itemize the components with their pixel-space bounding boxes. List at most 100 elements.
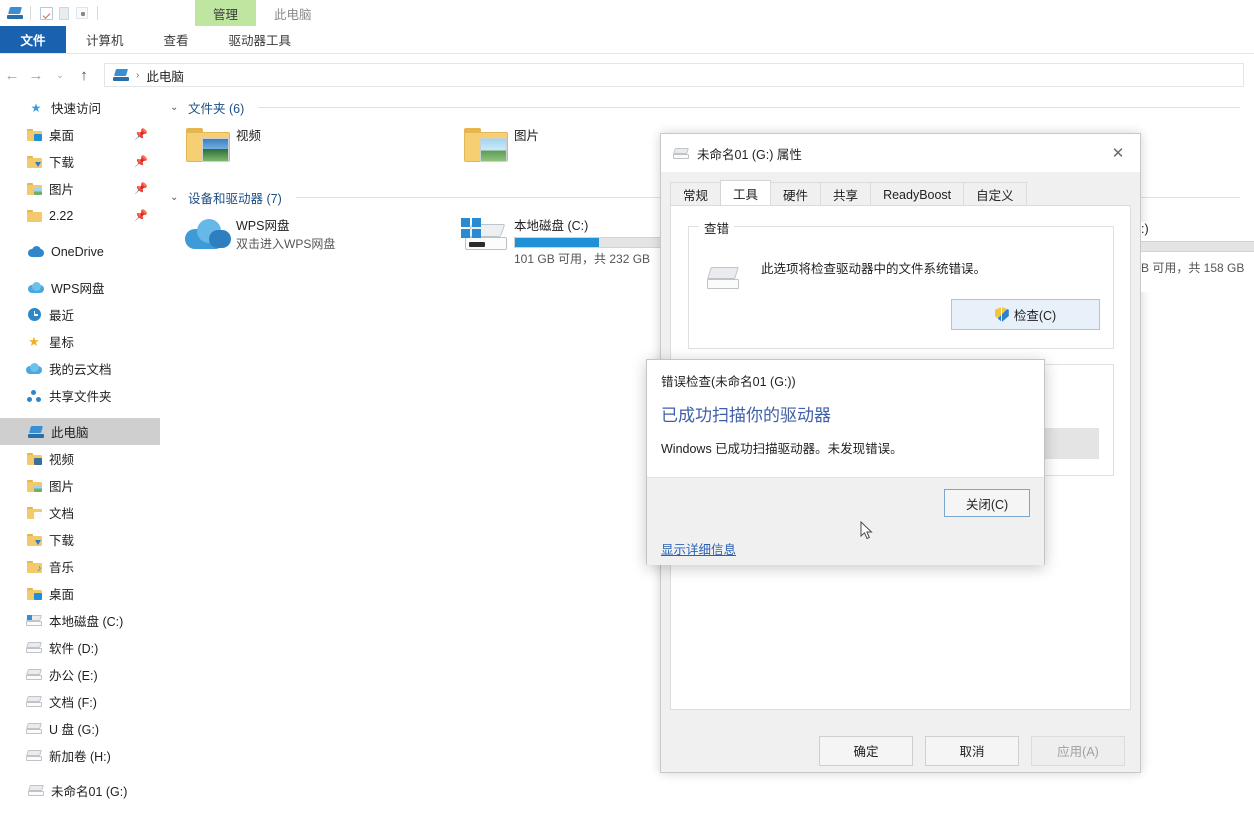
tab-view[interactable]: 查看 [144, 26, 209, 53]
pin-icon[interactable]: 📌 [134, 209, 148, 222]
breadcrumb[interactable]: › 此电脑 [104, 63, 1244, 87]
sidebar-item-music[interactable]: ♪ 音乐 [0, 553, 160, 580]
navigation-pane[interactable]: ★ 快速访问 桌面 📌 下载 📌 图片 📌 2.22 📌 OneDrive WP… [0, 94, 160, 833]
sidebar-item-pictures[interactable]: 图片 📌 [0, 175, 160, 202]
wps-cloud-big-icon [180, 214, 236, 252]
sidebar-item-quick-access[interactable]: ★ 快速访问 [0, 94, 160, 121]
group-header-folders[interactable]: ⌄ 文件夹 (6) [160, 94, 1254, 120]
item-subtitle: 双击进入WPS网盘 [236, 237, 336, 251]
chevron-down-icon[interactable]: ⌄ [170, 192, 182, 203]
properties-footer: 确定 取消 应用(A) [660, 728, 1141, 773]
item-name: WPS网盘 [236, 219, 290, 233]
folder-pictures-icon [24, 479, 44, 492]
sidebar-item-drive-e[interactable]: 办公 (E:) [0, 661, 160, 688]
sidebar-item-shared-folder[interactable]: 共享文件夹 [0, 382, 160, 409]
tab-tools[interactable]: 工具 [720, 180, 772, 206]
properties-tab-strip: 常规 工具 硬件 共享 ReadyBoost 自定义 [670, 180, 1027, 206]
customize-dropdown-icon[interactable] [73, 5, 91, 21]
sidebar-item-drive-h[interactable]: 新加卷 (H:) [0, 742, 160, 769]
shared-folder-icon [24, 389, 44, 402]
sidebar-item-recent[interactable]: 最近 [0, 301, 160, 328]
sidebar-item-label: 下载 [49, 534, 75, 548]
tab-readyboost[interactable]: ReadyBoost [870, 182, 965, 206]
chevron-down-icon[interactable]: ⌄ [170, 102, 182, 113]
list-item[interactable]: WPS网盘 双击进入WPS网盘 [180, 210, 458, 272]
item-name-fragment: :) [1141, 222, 1149, 236]
sidebar-item-label: 新加卷 (H:) [49, 750, 111, 764]
pin-icon[interactable]: 📌 [134, 182, 148, 195]
tab-computer[interactable]: 计算机 [66, 26, 144, 53]
error-checking-group: 查错 此选项将检查驱动器中的文件系统错误。 检查(C) [688, 218, 1114, 349]
sidebar-item-starred[interactable]: ★ 星标 [0, 328, 160, 355]
scan-dialog-footer: 显示详细信息 [647, 530, 1044, 565]
tab-file[interactable]: 文件 [0, 26, 66, 53]
sidebar-item-desktop-2[interactable]: 桌面 [0, 580, 160, 607]
check-button[interactable]: 检查(C) [951, 299, 1100, 330]
forward-arrow-icon[interactable]: → [24, 63, 48, 87]
close-icon[interactable]: ✕ [1096, 134, 1140, 172]
up-arrow-icon[interactable]: ↑ [72, 63, 96, 87]
occluded-drive-tile[interactable]: :) B 可用，共 158 GB [1141, 222, 1254, 292]
sidebar-item-drive-g[interactable]: U 盘 (G:) [0, 715, 160, 742]
sidebar-item-label: 快速访问 [51, 102, 102, 116]
sidebar-item-drive-f[interactable]: 文档 (F:) [0, 688, 160, 715]
this-pc-icon [113, 69, 129, 81]
sidebar-item-this-pc[interactable]: 此电脑 [0, 418, 160, 445]
sidebar-item-label: 未命名01 (G:) [51, 785, 128, 799]
back-arrow-icon[interactable]: ← [0, 63, 24, 87]
scan-dialog-heading: 已成功扫描你的驱动器 [661, 406, 831, 425]
tab-hardware[interactable]: 硬件 [770, 182, 822, 206]
file-explorer-window: 管理 此电脑 文件 计算机 查看 驱动器工具 ← → ⌄ ↑ › 此电脑 ★ 快… [0, 0, 1254, 833]
close-scan-button[interactable]: 关闭(C) [944, 489, 1030, 517]
sidebar-item-label: 我的云文档 [49, 363, 112, 377]
sidebar-item-videos[interactable]: 视频 [0, 445, 160, 472]
contextual-tab-headers: 管理 此电脑 [195, 0, 330, 26]
dialog-title-bar[interactable]: 未命名01 (G:) 属性 ✕ [661, 134, 1140, 172]
star-icon: ★ [28, 333, 40, 349]
sidebar-item-pictures-2[interactable]: 图片 [0, 472, 160, 499]
scan-dialog-caption: 错误检查(未命名01 (G:)) [661, 375, 796, 389]
cancel-button[interactable]: 取消 [925, 735, 1019, 766]
contextual-tab-this-pc[interactable]: 此电脑 [256, 0, 330, 26]
sidebar-item-downloads-2[interactable]: 下载 [0, 526, 160, 553]
sidebar-item-local-disk-c[interactable]: 本地磁盘 (C:) [0, 607, 160, 634]
folder-desktop-icon [24, 587, 44, 600]
tab-general[interactable]: 常规 [670, 182, 722, 206]
drive-icon [26, 785, 46, 796]
folder-downloads-icon [24, 533, 44, 546]
list-item[interactable]: 视频 [180, 120, 458, 182]
properties-checkbox-icon[interactable] [37, 5, 55, 21]
sidebar-item-unnamed01-g[interactable]: 未命名01 (G:) [0, 777, 160, 804]
sidebar-item-label: OneDrive [51, 244, 104, 259]
show-details-link[interactable]: 显示详细信息 [661, 539, 736, 558]
sidebar-item-downloads[interactable]: 下载 📌 [0, 148, 160, 175]
contextual-tab-manage[interactable]: 管理 [195, 0, 257, 26]
sidebar-item-my-cloud-docs[interactable]: 我的云文档 [0, 355, 160, 382]
sidebar-item-label: 办公 (E:) [49, 669, 98, 683]
this-pc-icon[interactable] [6, 5, 24, 21]
address-bar: ← → ⌄ ↑ › 此电脑 [0, 56, 1254, 94]
recent-locations-icon[interactable]: ⌄ [48, 63, 72, 87]
sidebar-item-desktop[interactable]: 桌面 📌 [0, 121, 160, 148]
sidebar-item-wps-cloud[interactable]: WPS网盘 [0, 274, 160, 301]
item-name: 视频 [236, 129, 262, 143]
toolbar-divider-2 [97, 6, 98, 20]
folder-videos-thumb-icon [180, 124, 236, 164]
pin-icon[interactable]: 📌 [134, 128, 148, 141]
ribbon-tab-bar: 文件 计算机 查看 驱动器工具 [0, 26, 1254, 54]
sidebar-item-drive-d[interactable]: 软件 (D:) [0, 634, 160, 661]
sidebar-item-documents[interactable]: 文档 [0, 499, 160, 526]
ok-button[interactable]: 确定 [819, 735, 913, 766]
sidebar-item-2-22[interactable]: 2.22 📌 [0, 202, 160, 229]
new-folder-icon[interactable] [55, 5, 73, 21]
pin-icon[interactable]: 📌 [134, 155, 148, 168]
sidebar-item-label: WPS网盘 [51, 282, 105, 296]
drive-icon [24, 750, 44, 761]
sidebar-item-label: 桌面 [49, 129, 75, 143]
sidebar-item-onedrive[interactable]: OneDrive [0, 238, 160, 265]
star-pin-icon: ★ [30, 100, 42, 115]
tab-customize[interactable]: 自定义 [963, 182, 1027, 206]
tab-sharing[interactable]: 共享 [820, 182, 872, 206]
tab-drive-tools[interactable]: 驱动器工具 [208, 26, 312, 53]
